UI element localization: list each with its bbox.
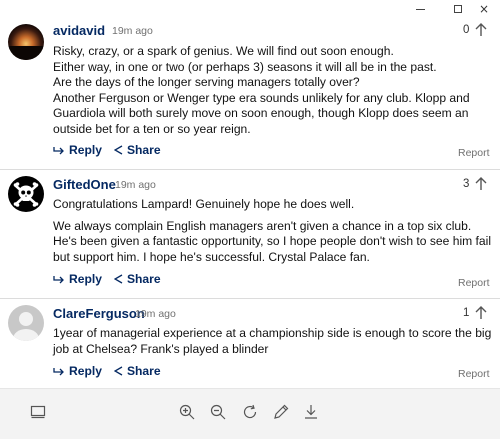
avatar[interactable]: [8, 176, 44, 212]
share-button[interactable]: Share: [113, 143, 161, 157]
share-icon: [113, 366, 123, 376]
reply-label: Reply: [69, 272, 102, 286]
comment-body: 1year of managerial experience at a cham…: [53, 326, 493, 357]
comment-text: We always complain English managers aren…: [53, 218, 492, 264]
refresh-icon[interactable]: [241, 403, 259, 421]
report-link[interactable]: Report: [458, 368, 490, 380]
comment-text: Congratulations Lampard! Genuinely hope …: [53, 197, 355, 211]
comment-timestamp[interactable]: 19m ago: [135, 308, 176, 320]
comment-text: Risky, crazy, or a spark of genius. We w…: [53, 44, 394, 58]
recommend-count: 0: [463, 24, 470, 36]
comment-text: Either way, in one or two (or perhaps 3)…: [53, 59, 437, 74]
comment-body: Congratulations Lampard! Genuinely hope …: [53, 197, 493, 265]
avatar[interactable]: [8, 305, 44, 341]
share-button[interactable]: Share: [113, 272, 161, 286]
report-link[interactable]: Report: [458, 147, 490, 159]
comment-actions: Reply Share: [53, 271, 173, 287]
reply-button[interactable]: Reply: [53, 364, 102, 378]
pen-icon[interactable]: [272, 403, 290, 421]
comment-text: 1year of managerial experience at a cham…: [53, 326, 492, 356]
bottom-toolbar: [0, 388, 500, 439]
reply-arrow-icon: [53, 368, 64, 376]
reply-label: Reply: [69, 364, 102, 378]
comment-actions: Reply Share: [53, 363, 173, 379]
reply-button[interactable]: Reply: [53, 272, 102, 286]
minimize-button[interactable]: [406, 0, 434, 18]
comment-text: Are the days of the longer serving manag…: [53, 75, 360, 90]
comment-timestamp[interactable]: 19m ago: [112, 25, 153, 37]
divider: [0, 298, 500, 299]
reply-label: Reply: [69, 143, 102, 157]
comment-author[interactable]: ClareFerguson: [53, 306, 145, 321]
share-label: Share: [126, 143, 161, 157]
reply-button[interactable]: Reply: [53, 143, 102, 157]
close-button[interactable]: ×: [470, 0, 498, 18]
zoom-in-icon[interactable]: [178, 403, 196, 421]
minimize-icon: [415, 8, 425, 10]
share-button[interactable]: Share: [113, 364, 161, 378]
reply-arrow-icon: [53, 147, 64, 155]
maximize-button[interactable]: [444, 0, 472, 18]
reply-arrow-icon: [53, 276, 64, 284]
recommend-count: 3: [463, 178, 470, 190]
divider: [0, 169, 500, 170]
comment-author[interactable]: avidavid: [53, 23, 105, 38]
share-label: Share: [126, 272, 161, 286]
comment-author[interactable]: GiftedOne: [53, 177, 116, 192]
maximize-icon: [454, 5, 462, 13]
window-titlebar: ×: [0, 0, 500, 18]
share-icon: [113, 145, 123, 155]
recommend-arrow-icon[interactable]: [475, 306, 487, 320]
reading-view-icon[interactable]: [29, 403, 47, 421]
comment-body: Risky, crazy, or a spark of genius. We w…: [53, 44, 493, 138]
comment-text: Another Ferguson or Wenger type era soun…: [53, 90, 470, 136]
avatar[interactable]: [8, 24, 44, 60]
download-icon[interactable]: [302, 403, 320, 421]
recommend-count: 1: [463, 307, 470, 319]
recommend-arrow-icon[interactable]: [475, 23, 487, 37]
report-link[interactable]: Report: [458, 277, 490, 289]
share-icon: [113, 274, 123, 284]
comment-actions: Reply Share: [53, 142, 173, 158]
recommend-arrow-icon[interactable]: [475, 177, 487, 191]
zoom-out-icon[interactable]: [209, 403, 227, 421]
share-label: Share: [126, 364, 161, 378]
comment-timestamp[interactable]: 19m ago: [115, 179, 156, 191]
